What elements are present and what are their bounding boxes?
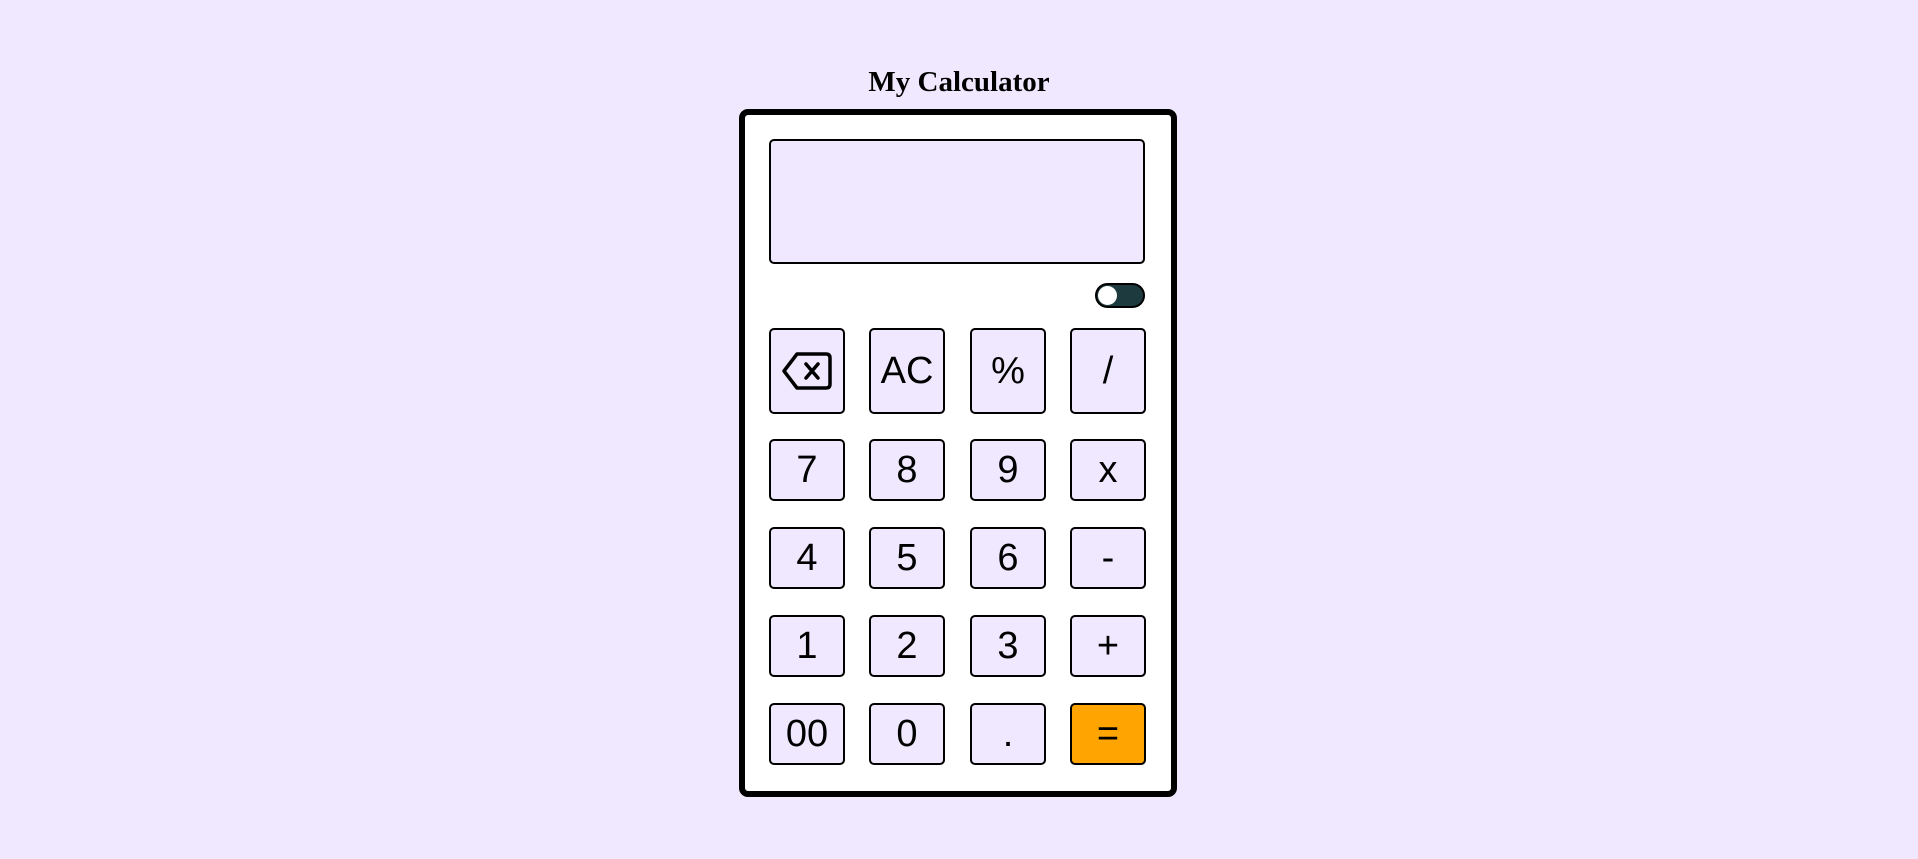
digit-8-button[interactable]: 8: [869, 439, 945, 501]
double-zero-button[interactable]: 00: [769, 703, 845, 765]
calculator-display: [769, 139, 1145, 264]
digit-1-button[interactable]: 1: [769, 615, 845, 677]
calculator-panel: AC % / 7 8 9 x 4 5 6 - 1 2 3 + 00 0 . =: [739, 109, 1177, 797]
toggle-knob: [1098, 286, 1117, 305]
digit-4-button[interactable]: 4: [769, 527, 845, 589]
backspace-button[interactable]: [769, 328, 845, 414]
decimal-button[interactable]: .: [970, 703, 1046, 765]
digit-9-button[interactable]: 9: [970, 439, 1046, 501]
digit-5-button[interactable]: 5: [869, 527, 945, 589]
digit-3-button[interactable]: 3: [970, 615, 1046, 677]
percent-button[interactable]: %: [970, 328, 1046, 414]
page-title: My Calculator: [868, 66, 1050, 98]
digit-7-button[interactable]: 7: [769, 439, 845, 501]
digit-0-button[interactable]: 0: [869, 703, 945, 765]
backspace-icon: [782, 350, 832, 392]
subtract-button[interactable]: -: [1070, 527, 1146, 589]
multiply-button[interactable]: x: [1070, 439, 1146, 501]
digit-6-button[interactable]: 6: [970, 527, 1046, 589]
add-button[interactable]: +: [1070, 615, 1146, 677]
theme-toggle[interactable]: [1095, 283, 1145, 308]
clear-button[interactable]: AC: [869, 328, 945, 414]
equals-button[interactable]: =: [1070, 703, 1146, 765]
divide-button[interactable]: /: [1070, 328, 1146, 414]
digit-2-button[interactable]: 2: [869, 615, 945, 677]
